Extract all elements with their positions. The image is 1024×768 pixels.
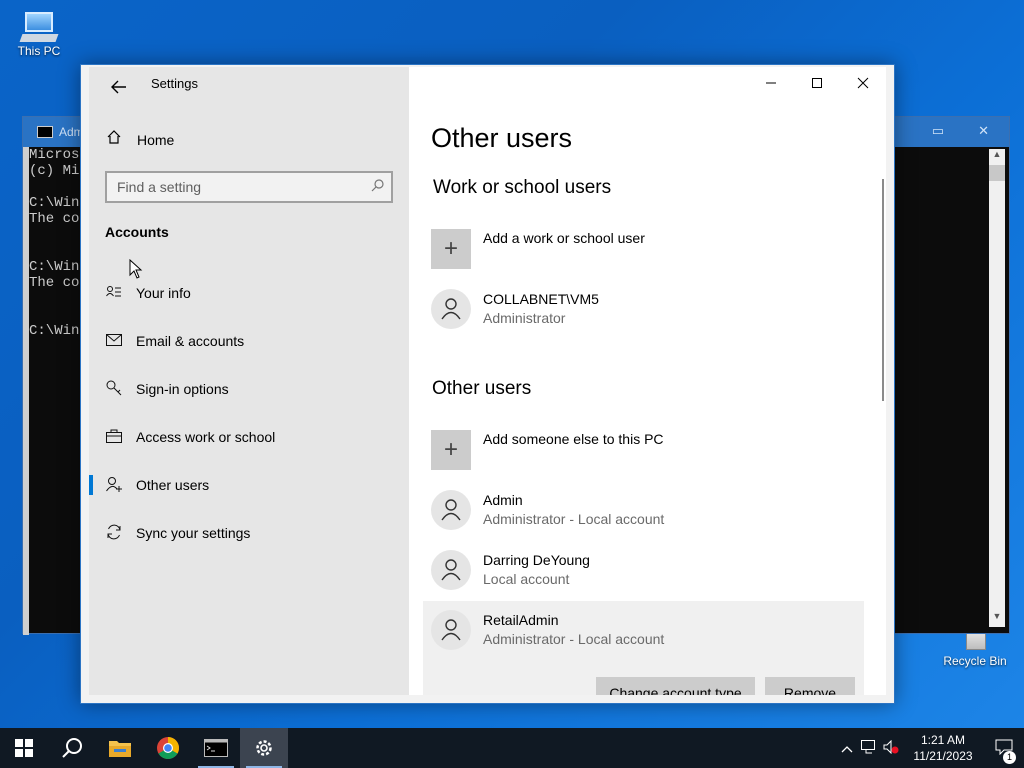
- user-name: RetailAdmin: [483, 612, 559, 628]
- add-someone-else-button[interactable]: + Add someone else to this PC: [431, 426, 851, 474]
- nav-label-access-work-school: Access work or school: [136, 429, 276, 445]
- briefcase-icon: [105, 429, 123, 446]
- home-icon: [105, 129, 123, 150]
- settings-taskbar-button[interactable]: [240, 728, 288, 768]
- nav-label-email-accounts: Email & accounts: [136, 333, 245, 349]
- nav-label-other-users: Other users: [136, 477, 210, 493]
- search-input[interactable]: Find a setting: [105, 171, 393, 203]
- search-button[interactable]: [48, 728, 96, 768]
- user-row-retailadmin[interactable]: RetailAdmin Administrator - Local accoun…: [431, 606, 851, 654]
- remove-button[interactable]: Remove: [765, 677, 855, 695]
- sync-icon: [105, 524, 123, 543]
- chevron-up-icon[interactable]: [836, 741, 858, 756]
- search-placeholder: Find a setting: [117, 179, 202, 195]
- nav-item-email-accounts[interactable]: Email & accounts: [105, 329, 244, 353]
- cmd-maximize-icon[interactable]: ▭: [932, 123, 944, 139]
- scroll-down-icon[interactable]: ▼: [989, 611, 1005, 627]
- user-row-darring-deyoung[interactable]: Darring DeYoung Local account: [431, 546, 851, 594]
- user-role: Administrator: [483, 310, 566, 326]
- clock-date: 11/21/2023: [913, 749, 973, 763]
- user-name: Darring DeYoung: [483, 552, 590, 568]
- settings-window[interactable]: Settings Home Find a setting Accounts Yo…: [80, 64, 895, 704]
- user-avatar-icon: [431, 550, 471, 590]
- cmd-taskbar-button[interactable]: [192, 728, 240, 768]
- clock[interactable]: 1:21 AM 11/21/2023: [908, 732, 978, 764]
- start-button[interactable]: [0, 728, 48, 768]
- nav-item-other-users[interactable]: Other users: [88, 473, 210, 497]
- computer-icon: [19, 12, 59, 42]
- user-avatar-icon: [431, 289, 471, 329]
- terminal-icon: [204, 739, 228, 757]
- mail-icon: [105, 333, 123, 349]
- add-someone-else-label: Add someone else to this PC: [483, 431, 664, 447]
- cmd-window-controls: ▭ ✕: [932, 123, 989, 139]
- change-account-type-button[interactable]: Change account type: [596, 677, 755, 695]
- settings-nav-pane: Settings Home Find a setting Accounts Yo…: [88, 67, 409, 695]
- app-title: Settings: [151, 76, 198, 91]
- cmd-scroll-thumb[interactable]: [989, 165, 1005, 181]
- window-controls: [748, 67, 886, 99]
- search-icon: [371, 178, 385, 195]
- add-work-school-user-button[interactable]: + Add a work or school user: [431, 225, 851, 273]
- system-tray: 1:21 AM 11/21/2023 1: [836, 728, 1024, 768]
- user-avatar-icon: [431, 610, 471, 650]
- nav-item-your-info[interactable]: Your info: [105, 281, 191, 305]
- action-center-icon[interactable]: 1: [984, 739, 1024, 764]
- nav-home[interactable]: Home: [105, 129, 174, 150]
- scroll-up-icon[interactable]: ▲: [989, 149, 1005, 165]
- settings-content-pane: Other users Work or school users + Add a…: [409, 67, 886, 695]
- search-icon: [62, 738, 82, 758]
- user-role: Administrator - Local account: [483, 631, 665, 647]
- plus-icon: +: [431, 430, 471, 470]
- user-row-collabnet-vm5[interactable]: COLLABNET\VM5 Administrator: [431, 285, 851, 333]
- cmd-close-icon[interactable]: ✕: [978, 123, 989, 139]
- user-avatar-icon: [431, 490, 471, 530]
- content-scrollbar[interactable]: [882, 179, 884, 401]
- add-work-school-user-label: Add a work or school user: [483, 230, 645, 246]
- page-title: Other users: [431, 123, 573, 153]
- maximize-icon[interactable]: [794, 67, 840, 99]
- plus-icon: +: [431, 229, 471, 269]
- user-row-admin[interactable]: Admin Administrator - Local account: [431, 486, 851, 534]
- home-label: Home: [137, 131, 175, 148]
- cmd-icon: [37, 126, 53, 138]
- this-pc-desktop-icon[interactable]: This PC: [4, 12, 74, 58]
- cmd-scrollbar[interactable]: ▲ ▼: [989, 149, 1005, 627]
- nav-label-your-info: Your info: [136, 285, 191, 301]
- chrome-button[interactable]: [144, 728, 192, 768]
- user-role: Local account: [483, 571, 570, 587]
- recycle-bin-label: Recycle Bin: [943, 654, 1007, 668]
- user-name: Admin: [483, 492, 523, 508]
- user-name: COLLABNET\VM5: [483, 291, 599, 307]
- taskbar: 1:21 AM 11/21/2023 1: [0, 728, 1024, 768]
- folder-icon: [109, 741, 131, 757]
- back-arrow-icon[interactable]: [105, 73, 133, 101]
- nav-label-sync-settings: Sync your settings: [136, 525, 251, 541]
- gear-icon: [256, 740, 272, 756]
- volume-muted-icon[interactable]: [880, 739, 902, 757]
- file-explorer-button[interactable]: [96, 728, 144, 768]
- section-label-accounts: Accounts: [105, 224, 169, 240]
- person-add-icon: [105, 476, 123, 495]
- clock-time: 1:21 AM: [920, 733, 966, 747]
- nav-item-sync-settings[interactable]: Sync your settings: [105, 521, 250, 545]
- nav-item-sign-in-options[interactable]: Sign-in options: [105, 377, 229, 401]
- key-icon: [105, 380, 123, 399]
- other-users-heading: Other users: [432, 378, 532, 399]
- work-school-heading: Work or school users: [433, 177, 612, 198]
- nav-item-access-work-school[interactable]: Access work or school: [105, 425, 275, 449]
- person-card-icon: [105, 285, 123, 302]
- nav-label-sign-in-options: Sign-in options: [136, 381, 229, 397]
- user-role: Administrator - Local account: [483, 511, 665, 527]
- chrome-icon: [157, 737, 179, 759]
- notification-count-badge: 1: [1003, 750, 1016, 764]
- network-icon[interactable]: [858, 739, 880, 757]
- close-icon[interactable]: [840, 67, 886, 99]
- windows-logo-icon: [15, 739, 33, 757]
- minimize-icon[interactable]: [748, 67, 794, 99]
- this-pc-label: This PC: [17, 44, 61, 58]
